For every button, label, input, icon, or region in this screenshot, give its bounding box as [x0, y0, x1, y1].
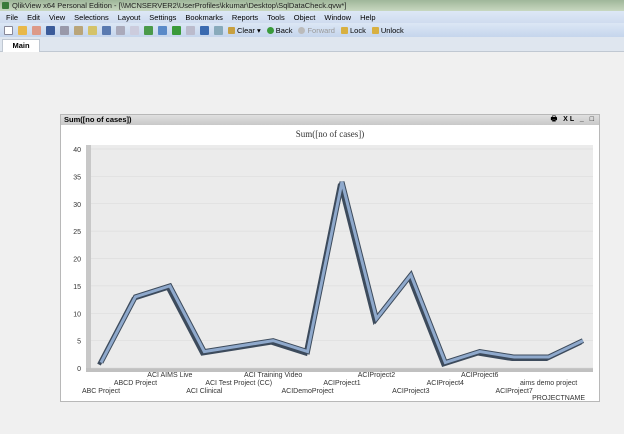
- edit-script-icon[interactable]: [74, 25, 83, 35]
- y-tick-label: 15: [73, 284, 81, 291]
- y-axis-wall: [86, 145, 91, 372]
- select-icon[interactable]: [144, 25, 153, 35]
- design-icon[interactable]: [186, 25, 195, 35]
- clear-label: Clear ▾: [237, 25, 261, 35]
- unlock-button[interactable]: Unlock: [371, 25, 404, 35]
- menu-view[interactable]: View: [49, 13, 65, 22]
- help-icon[interactable]: [200, 25, 209, 35]
- menu-object[interactable]: Object: [294, 13, 316, 22]
- y-tick-label: 0: [77, 366, 81, 373]
- chart-object[interactable]: Sum([no of cases]) 🖶 XL _ □ Sum([no of ca…: [60, 114, 600, 402]
- y-tick-label: 20: [73, 257, 81, 264]
- x-tick-label: ACIProject4: [427, 380, 464, 387]
- star-icon[interactable]: [172, 25, 181, 35]
- x-tick-label: ACI Test Project (CC): [205, 380, 272, 387]
- forward-button[interactable]: Forward: [298, 26, 335, 35]
- back-button[interactable]: Back: [266, 25, 293, 35]
- x-tick-label: ABCD Project: [114, 380, 157, 387]
- menu-layout[interactable]: Layout: [118, 13, 141, 22]
- y-tick-label: 25: [73, 229, 81, 236]
- app-icon: [2, 2, 9, 9]
- save-icon[interactable]: [46, 25, 55, 35]
- lock-button[interactable]: Lock: [340, 25, 366, 35]
- search-icon[interactable]: [130, 25, 139, 35]
- forward-icon: [298, 26, 306, 34]
- back-label: Back: [275, 25, 293, 35]
- menu-bookmarks[interactable]: Bookmarks: [185, 13, 223, 22]
- y-tick-label: 35: [73, 174, 81, 181]
- toolbar: Clear ▾ Back Forward Lock Unlock: [0, 23, 624, 37]
- x-tick-label: ACI Clinical: [186, 388, 223, 395]
- unlock-icon: [371, 26, 379, 34]
- menu-bar: File Edit View Selections Layout Settings Book…: [0, 11, 624, 23]
- tab-main[interactable]: Main: [2, 39, 40, 52]
- clear-icon: [228, 26, 235, 34]
- menu-selections[interactable]: Selections: [74, 13, 109, 22]
- y-tick-label: 30: [73, 202, 81, 209]
- plot-background: [91, 145, 593, 368]
- undo-icon[interactable]: [102, 25, 111, 35]
- print-icon[interactable]: [60, 25, 69, 35]
- sheet-tabs: Main: [0, 37, 624, 52]
- unlock-label: Unlock: [380, 25, 404, 35]
- x-tick-label: ACIProject7: [495, 388, 532, 395]
- menu-reports[interactable]: Reports: [232, 13, 258, 22]
- new-icon[interactable]: [4, 25, 13, 35]
- lock-label: Lock: [349, 25, 366, 35]
- reload-icon[interactable]: [32, 25, 41, 35]
- forward-label: Forward: [307, 25, 335, 35]
- clear-button[interactable]: Clear ▾: [228, 26, 261, 35]
- x-tick-label: ACI Training Video: [244, 372, 302, 379]
- whats-this-icon[interactable]: [214, 25, 223, 35]
- lock-icon: [340, 26, 348, 34]
- chart-icon[interactable]: [158, 25, 167, 35]
- redo-icon[interactable]: [116, 25, 125, 35]
- x-tick-label: aims demo project: [520, 380, 577, 387]
- menu-file[interactable]: File: [6, 13, 18, 22]
- menu-settings[interactable]: Settings: [149, 13, 176, 22]
- menu-help[interactable]: Help: [360, 13, 375, 22]
- x-tick-label: ACIProject1: [323, 380, 360, 387]
- x-axis-title: PROJECTNAME: [532, 395, 585, 402]
- x-tick-label: ABC Project: [82, 388, 120, 395]
- x-tick-label: ACIProject2: [358, 372, 395, 379]
- y-tick-label: 5: [77, 339, 81, 346]
- x-tick-label: ACI AIMS Live: [147, 372, 192, 379]
- window-title: QlikView x64 Personal Edition - [\\MCNSE…: [12, 1, 347, 10]
- menu-tools[interactable]: Tools: [267, 13, 285, 22]
- menu-window[interactable]: Window: [324, 13, 351, 22]
- open-icon[interactable]: [18, 25, 27, 35]
- line-chart: 0510152025303540ABC ProjectABCD ProjectA…: [73, 145, 593, 402]
- menu-edit[interactable]: Edit: [27, 13, 40, 22]
- x-tick-label: ACIProject6: [461, 372, 498, 379]
- x-tick-label: ACIProject3: [392, 388, 429, 395]
- y-tick-label: 10: [73, 311, 81, 318]
- y-tick-label: 40: [73, 147, 81, 154]
- window-title-bar: QlikView x64 Personal Edition - [\\MCNSE…: [0, 0, 624, 11]
- back-icon: [266, 26, 274, 34]
- report-icon[interactable]: [88, 25, 97, 35]
- x-tick-label: ACIDemoProject: [282, 388, 334, 395]
